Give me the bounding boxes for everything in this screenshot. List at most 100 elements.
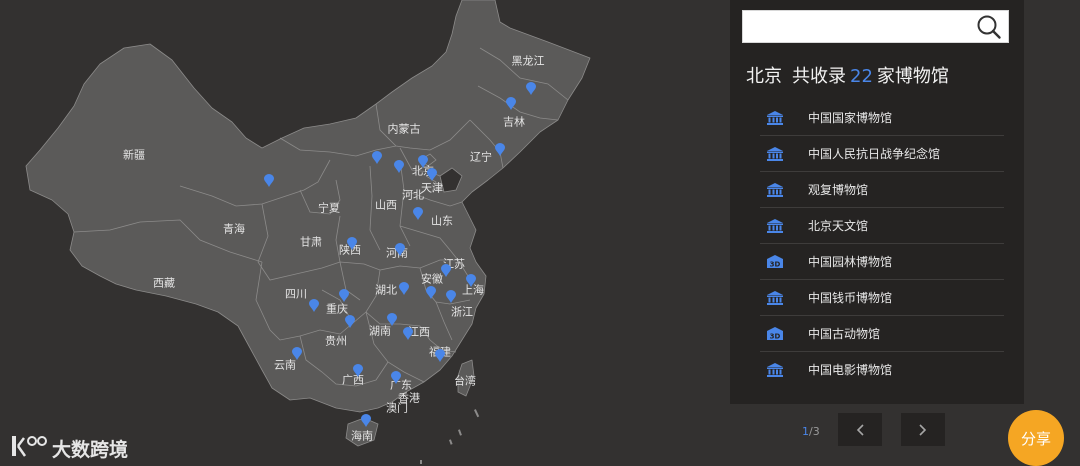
- museum-name: 中国电影博物馆: [808, 363, 893, 377]
- museum-3d-icon: 3D: [767, 255, 783, 269]
- search-icon: [977, 15, 1001, 39]
- map-label-hainan[interactable]: 海南: [351, 431, 373, 442]
- map-label-taiwan[interactable]: 台湾: [454, 376, 476, 387]
- map-label-aomen[interactable]: 澳门: [386, 403, 408, 414]
- search-input[interactable]: [743, 11, 987, 42]
- map-pin-icon[interactable]: [427, 168, 437, 181]
- map-pin-icon[interactable]: [353, 364, 363, 377]
- museum-icon: [767, 183, 783, 197]
- museum-item[interactable]: 中国电影博物馆: [760, 352, 1004, 387]
- map-label-hunan[interactable]: 湖南: [369, 326, 391, 337]
- museum-icon: [767, 291, 783, 305]
- museum-item[interactable]: 中国钱币博物馆: [760, 280, 1004, 316]
- map-pin-icon[interactable]: [347, 237, 357, 250]
- map-label-chongqing[interactable]: 重庆: [326, 304, 348, 315]
- map-pin-icon[interactable]: [339, 289, 349, 302]
- search-box: [742, 10, 1009, 43]
- museum-name: 中国古动物馆: [808, 327, 881, 341]
- title-prefix: 共收录: [792, 66, 846, 87]
- brand-logo-icon: [12, 436, 47, 457]
- map-label-anhui[interactable]: 安徽: [421, 274, 443, 285]
- museum-name: 中国园林博物馆: [808, 255, 893, 269]
- map-label-shandong[interactable]: 山东: [431, 216, 453, 227]
- city-name: 北京: [746, 66, 782, 87]
- panel-title: 北京 共收录 22 家博物馆: [746, 62, 949, 88]
- brand-name: 大数跨境: [52, 439, 129, 461]
- search-button[interactable]: [970, 11, 1008, 42]
- map-label-ningxia[interactable]: 宁夏: [318, 203, 340, 214]
- map-label-sichuan[interactable]: 四川: [285, 289, 307, 300]
- museum-icon: [767, 147, 783, 161]
- map-pin-icon[interactable]: [264, 174, 274, 187]
- map-pin-icon[interactable]: [387, 313, 397, 326]
- chevron-left-icon: [856, 424, 864, 436]
- svg-text:3D: 3D: [770, 261, 781, 269]
- museum-item[interactable]: 中国人民抗日战争纪念馆: [760, 136, 1004, 172]
- map-label-jilin[interactable]: 吉林: [503, 117, 525, 128]
- museum-panel: 北京 共收录 22 家博物馆 中国国家博物馆中国人民抗日战争纪念馆 观复博物馆北京天文馆…: [730, 0, 1024, 404]
- museum-name: 中国国家博物馆: [808, 111, 893, 125]
- museum-name: 北京天文馆: [808, 219, 869, 233]
- south-sea-islands: [420, 409, 480, 464]
- museum-item[interactable]: 观复博物馆: [760, 172, 1004, 208]
- map-label-xizang[interactable]: 西藏: [153, 278, 175, 289]
- current-page: 1: [802, 425, 809, 438]
- map-pin-icon[interactable]: [435, 349, 445, 362]
- total-pages: 3: [812, 425, 820, 438]
- page-indicator: 1/3: [802, 425, 820, 438]
- map-label-shanxi[interactable]: 山西: [375, 200, 397, 211]
- map-pin-icon[interactable]: [441, 264, 451, 277]
- map-label-neimenggu[interactable]: 内蒙古: [388, 124, 421, 135]
- chevron-right-icon: [919, 424, 927, 436]
- china-map[interactable]: 黑龙江 吉林 辽宁 内蒙古 北京 天津 河北 新疆 宁夏 山西 山东 青海 甘肃…: [0, 0, 720, 466]
- map-pin-icon[interactable]: [466, 274, 476, 287]
- map-shapes[interactable]: [0, 0, 720, 466]
- museum-item[interactable]: 3D 中国园林博物馆: [760, 244, 1004, 280]
- map-label-zhejiang[interactable]: 浙江: [451, 307, 473, 318]
- map-label-heilongjiang[interactable]: 黑龙江: [512, 56, 545, 67]
- museum-list: 中国国家博物馆中国人民抗日战争纪念馆 观复博物馆北京天文馆 3D 中国园林博物馆 中国钱…: [760, 100, 1004, 387]
- museum-icon: [767, 363, 783, 377]
- map-pin-icon[interactable]: [495, 143, 505, 156]
- map-pin-icon[interactable]: [413, 207, 423, 220]
- title-suffix: 家博物馆: [876, 66, 949, 87]
- map-label-tianjin[interactable]: 天津: [421, 183, 443, 194]
- museum-name: 中国人民抗日战争纪念馆: [808, 147, 941, 161]
- map-pin-icon[interactable]: [345, 315, 355, 328]
- map-label-liaoning[interactable]: 辽宁: [470, 152, 492, 163]
- map-pin-icon[interactable]: [395, 243, 405, 256]
- map-pin-icon[interactable]: [372, 151, 382, 164]
- next-page-button[interactable]: [901, 413, 945, 446]
- map-pin-icon[interactable]: [394, 160, 404, 173]
- map-pin-icon[interactable]: [446, 290, 456, 303]
- map-label-yunnan[interactable]: 云南: [274, 360, 296, 371]
- museum-icon: [767, 219, 783, 233]
- map-label-qinghai[interactable]: 青海: [223, 224, 245, 235]
- museum-name: 观复博物馆: [808, 183, 869, 197]
- museum-icon: [767, 111, 783, 125]
- map-pin-icon[interactable]: [309, 299, 319, 312]
- map-label-xinjiang[interactable]: 新疆: [123, 150, 145, 161]
- map-label-gansu[interactable]: 甘肃: [300, 237, 322, 248]
- map-pin-icon[interactable]: [526, 82, 536, 95]
- map-label-guizhou[interactable]: 贵州: [325, 336, 347, 347]
- map-pin-icon[interactable]: [418, 155, 428, 168]
- map-pin-icon[interactable]: [403, 327, 413, 340]
- map-pin-icon[interactable]: [426, 286, 436, 299]
- share-button[interactable]: 分享: [1008, 410, 1064, 466]
- museum-item[interactable]: 3D 中国古动物馆: [760, 316, 1004, 352]
- museum-name: 中国钱币博物馆: [808, 291, 893, 305]
- map-label-hubei[interactable]: 湖北: [375, 285, 397, 296]
- map-pin-icon[interactable]: [361, 414, 371, 427]
- map-pin-icon[interactable]: [292, 347, 302, 360]
- map-pin-icon[interactable]: [399, 282, 409, 295]
- map-pin-icon[interactable]: [391, 371, 401, 384]
- museum-3d-icon: 3D: [767, 327, 783, 341]
- map-pin-icon[interactable]: [506, 97, 516, 110]
- mainland-shape[interactable]: [25, 0, 591, 413]
- museum-item[interactable]: 中国国家博物馆: [760, 100, 1004, 136]
- museum-item[interactable]: 北京天文馆: [760, 208, 1004, 244]
- map-label-hebei[interactable]: 河北: [402, 190, 424, 201]
- museum-count: 22: [850, 66, 873, 87]
- prev-page-button[interactable]: [838, 413, 882, 446]
